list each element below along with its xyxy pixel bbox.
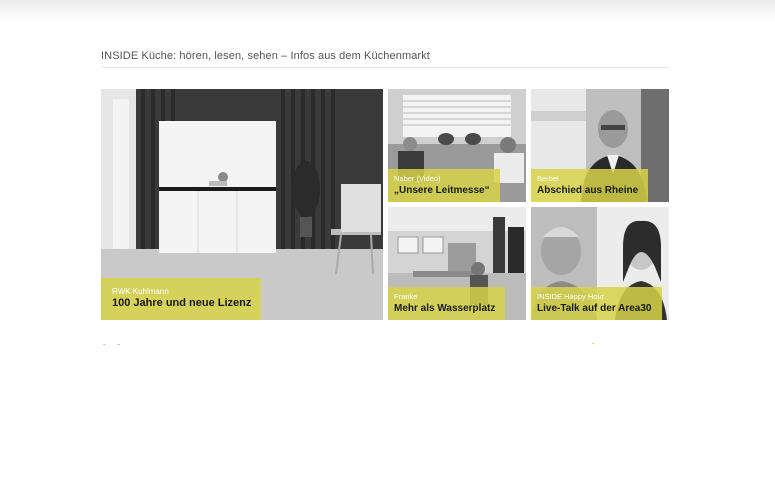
tile-headline: Abschied aus Rheine <box>537 185 639 196</box>
tile-caption: RWK Kuhlmann 100 Jahre und neue Lizenz <box>101 278 262 320</box>
tile-headline: „Unsere Leitmesse“ <box>394 185 490 196</box>
tile-caption: Naber (Video) „Unsere Leitmesse“ <box>388 169 500 202</box>
section-heading: INSIDE Küche: hören, lesen, sehen – Info… <box>101 50 430 62</box>
tile-headline: Mehr als Wasserplatz <box>394 303 496 314</box>
news-tile-franke[interactable]: Franke Mehr als Wasserplatz <box>388 207 526 320</box>
loading-dot <box>117 344 120 345</box>
tile-headline: 100 Jahre und neue Lizenz <box>112 297 252 309</box>
news-tile-naber[interactable]: Naber (Video) „Unsere Leitmesse“ <box>388 89 526 202</box>
heading-divider <box>101 67 669 68</box>
loading-dot <box>592 343 595 344</box>
tile-kicker: INSIDE Happy Hour <box>537 292 605 301</box>
tile-headline: Live-Talk auf der Area30 <box>537 303 652 314</box>
tile-caption: INSIDE Happy Hour Live-Talk auf der Area… <box>531 287 662 320</box>
tile-caption: Franke Mehr als Wasserplatz <box>388 287 506 320</box>
news-tile-berbel[interactable]: Berbel Abschied aus Rheine <box>531 89 669 202</box>
tile-caption: Berbel Abschied aus Rheine <box>531 169 649 202</box>
tile-kicker: Naber (Video) <box>394 174 441 183</box>
tile-kicker: Berbel <box>537 174 559 183</box>
news-tile-rwk-kuhlmann[interactable]: RWK Kuhlmann 100 Jahre und neue Lizenz <box>101 89 383 320</box>
loading-dot <box>103 344 106 345</box>
news-tile-inside-happy-hour[interactable]: INSIDE Happy Hour Live-Talk auf der Area… <box>531 207 669 320</box>
tile-kicker: Franke <box>394 292 418 301</box>
top-gradient <box>0 0 775 22</box>
tile-kicker: RWK Kuhlmann <box>112 287 169 296</box>
